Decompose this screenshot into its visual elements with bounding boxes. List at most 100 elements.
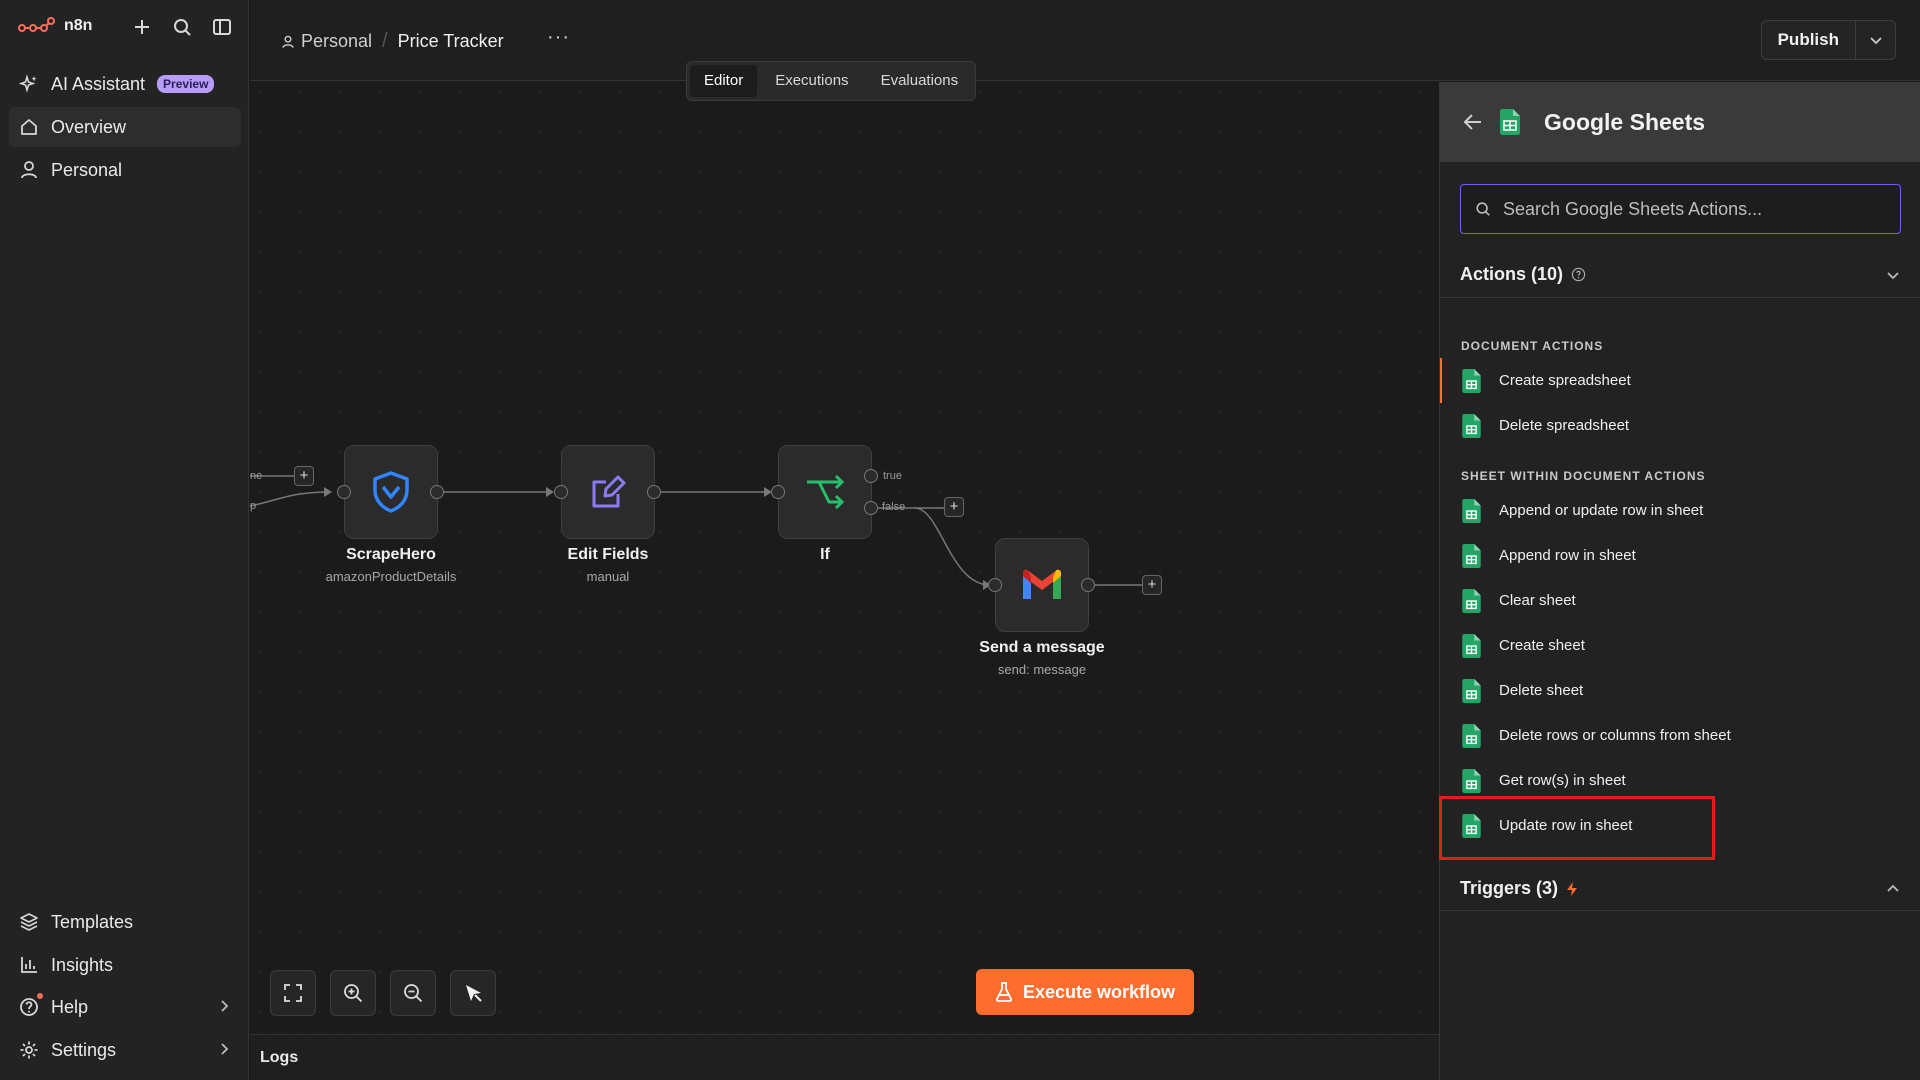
google-sheets-icon bbox=[1462, 813, 1481, 838]
google-sheets-icon bbox=[1462, 723, 1481, 748]
google-sheets-icon bbox=[1462, 543, 1481, 568]
workflow-canvas[interactable]: ne p + ScrapeHero amazonProductDetails E… bbox=[250, 82, 1439, 1034]
chevron-right-icon bbox=[217, 1042, 231, 1056]
execute-workflow-button[interactable]: Execute workflow bbox=[976, 969, 1194, 1015]
node-input-handle[interactable] bbox=[337, 485, 351, 499]
preview-badge: Preview bbox=[157, 75, 215, 93]
logs-bar[interactable]: Logs bbox=[250, 1034, 1439, 1080]
chevron-down-icon bbox=[1885, 267, 1901, 283]
notification-dot bbox=[37, 993, 43, 999]
node-edit-fields[interactable] bbox=[561, 445, 655, 539]
node-output-true-handle[interactable] bbox=[864, 469, 878, 483]
plus-icon[interactable] bbox=[131, 16, 153, 38]
tab-executions[interactable]: Executions bbox=[761, 65, 862, 97]
sidebar-item-personal[interactable]: Personal bbox=[9, 150, 241, 190]
action-item-label: Clear sheet bbox=[1499, 592, 1576, 609]
node-output-false-handle[interactable] bbox=[864, 501, 878, 515]
tab-evaluations[interactable]: Evaluations bbox=[867, 65, 973, 97]
home-icon bbox=[19, 117, 39, 137]
node-input-handle[interactable] bbox=[988, 578, 1002, 592]
stub-label: ne bbox=[250, 470, 263, 482]
back-arrow-icon[interactable] bbox=[1462, 111, 1484, 133]
sidebar-item-label: Settings bbox=[51, 1039, 117, 1060]
add-node-button[interactable]: + bbox=[1142, 575, 1162, 595]
node-if[interactable] bbox=[778, 445, 872, 539]
group-title-sheet: SHEET WITHIN DOCUMENT ACTIONS bbox=[1461, 469, 1706, 483]
wand-icon bbox=[466, 985, 482, 1002]
fit-view-button[interactable] bbox=[270, 970, 316, 1016]
sidebar-item-label: AI Assistant bbox=[51, 73, 146, 94]
n8n-logo[interactable]: n8n bbox=[18, 16, 92, 36]
node-output-handle[interactable] bbox=[1081, 578, 1095, 592]
action-item[interactable]: Clear sheet bbox=[1440, 578, 1920, 623]
logo-text: n8n bbox=[64, 17, 93, 34]
node-output-handle[interactable] bbox=[647, 485, 661, 499]
node-output-handle[interactable] bbox=[430, 485, 444, 499]
action-item[interactable]: Get row(s) in sheet bbox=[1440, 758, 1920, 803]
tidy-up-button[interactable] bbox=[450, 970, 496, 1016]
sidebar-item-help[interactable]: Help bbox=[9, 987, 241, 1027]
group-title-document: DOCUMENT ACTIONS bbox=[1461, 339, 1604, 353]
publish-dropdown-button[interactable] bbox=[1855, 21, 1895, 59]
sidebar-item-overview[interactable]: Overview bbox=[9, 107, 241, 147]
action-item-label: Append or update row in sheet bbox=[1499, 502, 1704, 519]
action-item-label: Update row in sheet bbox=[1499, 817, 1633, 834]
breadcrumb: Personal / Price Tracker bbox=[281, 30, 504, 53]
publish-button[interactable]: Publish bbox=[1762, 21, 1855, 59]
panel-header: Google Sheets bbox=[1440, 82, 1920, 162]
divider bbox=[1440, 910, 1920, 911]
node-input-handle[interactable] bbox=[554, 485, 568, 499]
action-item[interactable]: Delete rows or columns from sheet bbox=[1440, 713, 1920, 758]
actions-header-label: Actions (10) bbox=[1460, 264, 1564, 284]
triggers-section-header[interactable]: Triggers (3) bbox=[1460, 878, 1901, 899]
node-subtitle: amazonProductDetails bbox=[325, 569, 457, 584]
sidebar-item-settings[interactable]: Settings bbox=[9, 1030, 241, 1070]
node-gmail[interactable] bbox=[995, 538, 1089, 632]
zoom-in-button[interactable] bbox=[330, 970, 376, 1016]
google-sheets-icon bbox=[1500, 109, 1520, 135]
breadcrumb-project[interactable]: Personal bbox=[281, 31, 372, 52]
sidebar-item-insights[interactable]: Insights bbox=[9, 945, 241, 985]
action-item[interactable]: Delete sheet bbox=[1440, 668, 1920, 713]
zoom-out-button[interactable] bbox=[390, 970, 436, 1016]
node-input-handle[interactable] bbox=[771, 485, 785, 499]
add-node-button[interactable]: + bbox=[294, 466, 314, 486]
action-item[interactable]: Create spreadsheet bbox=[1440, 358, 1920, 403]
action-item[interactable]: Create sheet bbox=[1440, 623, 1920, 668]
search-box bbox=[1460, 184, 1901, 234]
sidebar-item-ai-assistant[interactable]: AI Assistant Preview bbox=[9, 64, 241, 104]
search-icon bbox=[1476, 202, 1490, 216]
add-node-button[interactable]: + bbox=[944, 497, 964, 517]
node-subtitle: send: message bbox=[997, 662, 1087, 677]
sidebar-item-templates[interactable]: Templates bbox=[9, 902, 241, 942]
branch-true-label: true bbox=[883, 470, 902, 482]
breadcrumb-separator: / bbox=[382, 30, 388, 52]
action-item-label: Create spreadsheet bbox=[1499, 372, 1631, 389]
flask-icon bbox=[995, 982, 1013, 1002]
lightning-icon bbox=[1567, 881, 1578, 896]
google-sheets-icon bbox=[1462, 588, 1481, 613]
sidebar-toggle-icon[interactable] bbox=[211, 16, 233, 38]
search-icon[interactable] bbox=[171, 16, 193, 38]
breadcrumb-project-label: Personal bbox=[301, 31, 373, 51]
tab-editor[interactable]: Editor bbox=[690, 65, 758, 97]
workflow-title[interactable]: Price Tracker bbox=[398, 31, 504, 52]
gmail-icon bbox=[1023, 569, 1061, 599]
sidebar: n8n AI Assistant Preview Overview Person… bbox=[0, 0, 249, 1080]
actions-section-header[interactable]: Actions (10) bbox=[1460, 264, 1901, 285]
action-item[interactable]: Append or update row in sheet bbox=[1440, 488, 1920, 533]
help-circle-icon bbox=[19, 997, 39, 1017]
sparkles-icon bbox=[19, 74, 39, 94]
node-scrapehero[interactable] bbox=[344, 445, 438, 539]
chevron-right-icon bbox=[217, 999, 231, 1013]
search-input[interactable] bbox=[1503, 198, 1883, 220]
node-label: Edit Fields bbox=[567, 546, 649, 563]
action-item-label: Delete rows or columns from sheet bbox=[1499, 727, 1731, 744]
action-item[interactable]: Append row in sheet bbox=[1440, 533, 1920, 578]
more-options-icon[interactable]: ··· bbox=[547, 26, 570, 49]
action-item[interactable]: Delete spreadsheet bbox=[1440, 403, 1920, 448]
action-item-label: Delete spreadsheet bbox=[1499, 417, 1630, 434]
triggers-header-label: Triggers (3) bbox=[1460, 878, 1559, 898]
action-item-label: Create sheet bbox=[1499, 637, 1585, 654]
action-item[interactable]: Update row in sheet bbox=[1440, 803, 1920, 848]
